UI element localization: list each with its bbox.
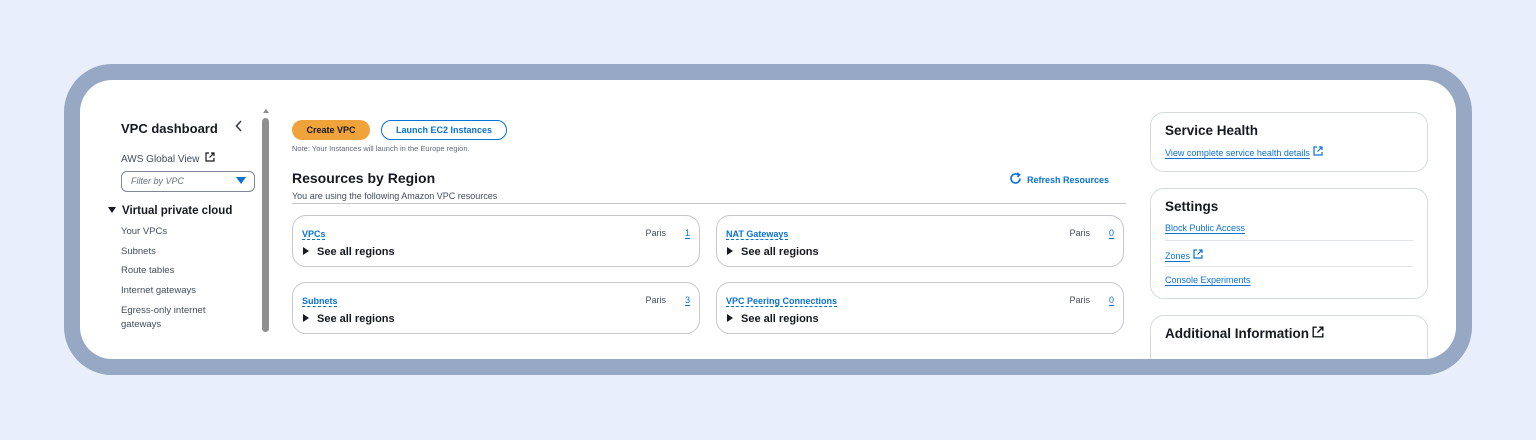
sidebar-item-your-vpcs[interactable]: Your VPCs — [121, 225, 231, 239]
console-experiments-link[interactable]: Console Experiments — [1165, 275, 1251, 285]
additional-information-label: Additional Information — [1165, 326, 1309, 341]
sidebar-scrollbar[interactable] — [262, 118, 269, 332]
triangle-right-icon — [727, 314, 733, 322]
settings-title: Settings — [1165, 199, 1219, 214]
sidebar-title: VPC dashboard — [121, 121, 218, 136]
see-all-regions-toggle[interactable]: See all regions — [727, 313, 819, 325]
sidebar-item-internet-gateways[interactable]: Internet gateways — [121, 284, 231, 298]
zones-link[interactable]: Zones — [1165, 249, 1203, 262]
resource-count[interactable]: 1 — [685, 228, 690, 238]
expand-label: See all regions — [317, 246, 395, 258]
section-divider — [292, 203, 1126, 204]
section-virtual-private-cloud[interactable]: Virtual private cloud — [108, 205, 232, 217]
resource-region: Paris — [1069, 295, 1090, 305]
refresh-resources-button[interactable]: Refresh Resources — [1009, 172, 1109, 188]
resources-title: Resources by Region — [292, 170, 436, 186]
triangle-right-icon — [303, 314, 309, 322]
launch-ec2-button[interactable]: Launch EC2 Instances — [381, 120, 507, 140]
service-health-title: Service Health — [1165, 123, 1259, 138]
sidebar-item-egress-only-gateways[interactable]: Egress-only internet gateways — [121, 304, 231, 332]
resource-card-vpc-peering: VPC Peering Connections Paris 0 See all … — [716, 282, 1124, 334]
browser-screen: VPC dashboard AWS Global View Filter by … — [80, 80, 1456, 359]
create-vpc-button[interactable]: Create VPC — [292, 120, 370, 140]
resource-link[interactable]: VPC Peering Connections — [726, 296, 837, 306]
sidebar-nav: VPC dashboard AWS Global View Filter by … — [80, 108, 272, 332]
section-label: Virtual private cloud — [122, 205, 233, 217]
resource-region: Paris — [645, 295, 666, 305]
sidebar-item-route-tables[interactable]: Route tables — [121, 264, 231, 278]
expand-label: See all regions — [317, 313, 395, 325]
external-link-icon — [1193, 249, 1203, 262]
external-link-icon — [205, 152, 215, 165]
resource-count[interactable]: 0 — [1109, 228, 1114, 238]
additional-information-panel: Additional Information — [1150, 315, 1428, 359]
resource-link[interactable]: VPCs — [302, 229, 326, 239]
service-health-link[interactable]: View complete service health details — [1165, 146, 1323, 159]
resource-card-nat-gateways: NAT Gateways Paris 0 See all regions — [716, 215, 1124, 267]
additional-information-title: Additional Information — [1165, 326, 1324, 341]
refresh-icon — [1009, 172, 1022, 188]
see-all-regions-toggle[interactable]: See all regions — [303, 313, 395, 325]
sidebar-item-subnets[interactable]: Subnets — [121, 245, 231, 259]
main-content: Create VPC Launch EC2 Instances Note: Yo… — [292, 120, 1126, 359]
aws-global-view-link[interactable]: AWS Global View — [121, 152, 215, 165]
settings-panel: Settings Block Public Access Zones Conso… — [1150, 188, 1428, 299]
filter-placeholder: Filter by VPC — [131, 176, 185, 186]
triangle-right-icon — [303, 247, 309, 255]
service-health-link-label: View complete service health details — [1165, 148, 1310, 158]
resource-card-vpcs: VPCs Paris 1 See all regions — [292, 215, 700, 267]
expand-label: See all regions — [741, 313, 819, 325]
refresh-label: Refresh Resources — [1027, 175, 1110, 185]
settings-divider — [1165, 240, 1413, 241]
expand-label: See all regions — [741, 246, 819, 258]
resource-card-subnets: Subnets Paris 3 See all regions — [292, 282, 700, 334]
resources-subtitle: You are using the following Amazon VPC r… — [292, 191, 498, 201]
chevron-left-icon[interactable] — [234, 119, 248, 135]
global-view-label: AWS Global View — [121, 154, 200, 165]
resource-link[interactable]: NAT Gateways — [726, 229, 788, 239]
filter-by-vpc-select[interactable]: Filter by VPC — [121, 171, 255, 192]
scroll-up-arrow[interactable] — [263, 109, 269, 113]
caret-down-icon — [236, 177, 246, 184]
see-all-regions-toggle[interactable]: See all regions — [727, 246, 819, 258]
launch-note: Note: Your Instances will launch in the … — [292, 144, 470, 153]
external-link-icon[interactable] — [1312, 326, 1324, 341]
triangle-right-icon — [727, 247, 733, 255]
resource-count[interactable]: 3 — [685, 295, 690, 305]
zones-link-label: Zones — [1165, 251, 1191, 261]
resource-region: Paris — [645, 228, 666, 238]
external-link-icon — [1313, 146, 1323, 159]
triangle-down-icon — [108, 207, 116, 213]
see-all-regions-toggle[interactable]: See all regions — [303, 246, 395, 258]
service-health-panel: Service Health View complete service hea… — [1150, 112, 1428, 172]
settings-divider — [1165, 266, 1413, 267]
block-public-access-link[interactable]: Block Public Access — [1165, 223, 1245, 233]
resource-region: Paris — [1069, 228, 1090, 238]
resource-link[interactable]: Subnets — [302, 296, 338, 306]
resource-count[interactable]: 0 — [1109, 295, 1114, 305]
